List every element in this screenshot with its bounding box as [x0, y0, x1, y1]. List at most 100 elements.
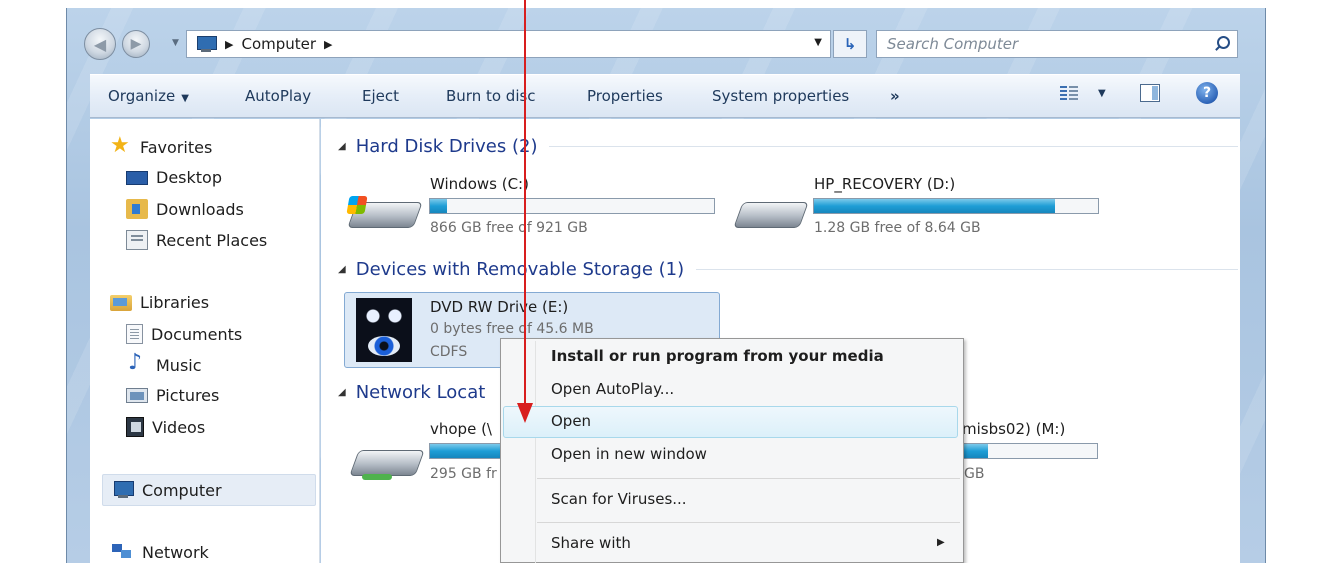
- sidebar-item-label: Libraries: [140, 293, 210, 312]
- group-header-removable-storage[interactable]: ◢ Devices with Removable Storage (1): [338, 259, 1238, 280]
- sidebar-item-documents[interactable]: Documents: [126, 324, 242, 344]
- network-drive-free-m: GB: [964, 466, 985, 482]
- system-properties-button[interactable]: System properties: [712, 87, 849, 105]
- sidebar-item-label: Computer: [142, 480, 222, 500]
- collapse-triangle-icon[interactable]: ◢: [338, 264, 346, 275]
- pictures-icon: [126, 388, 148, 403]
- sidebar-item-label: Music: [156, 355, 202, 375]
- libraries-icon: [110, 294, 132, 311]
- drive-name-d[interactable]: HP_RECOVERY (D:): [814, 175, 955, 193]
- drive-usage-fill: [430, 444, 501, 458]
- refresh-button[interactable]: ↳: [833, 30, 867, 58]
- more-commands-button[interactable]: »: [890, 87, 900, 105]
- network-drive-free-v: 295 GB fr: [430, 466, 497, 482]
- organize-label: Organize: [108, 87, 176, 105]
- computer-icon: [112, 480, 134, 500]
- drive-body: [349, 450, 425, 476]
- view-options-dropdown-icon[interactable]: ▼: [1098, 88, 1106, 99]
- computer-icon: [195, 36, 217, 52]
- annotation-arrow-head-icon: [517, 403, 533, 423]
- search-icon[interactable]: [1211, 32, 1237, 56]
- sidebar-item-libraries[interactable]: Libraries: [110, 293, 209, 312]
- menu-item-open-new-window[interactable]: Open in new window: [551, 445, 707, 463]
- menu-item-open-autoplay[interactable]: Open AutoPlay...: [551, 380, 674, 398]
- address-dropdown-icon[interactable]: ▼: [814, 37, 822, 48]
- sidebar-item-label: Downloads: [156, 199, 244, 219]
- eject-button[interactable]: Eject: [362, 87, 399, 105]
- network-cable-icon: [362, 474, 392, 480]
- sidebar-item-computer[interactable]: Computer: [112, 480, 222, 500]
- dvd-file-system: CDFS: [430, 344, 468, 360]
- network-icon: [112, 542, 134, 562]
- star-icon: [110, 133, 132, 158]
- group-header-hard-disk-drives[interactable]: ◢ Hard Disk Drives (2): [338, 136, 1238, 157]
- address-bar[interactable]: ▶ Computer ▶ ▼: [186, 30, 831, 58]
- menu-item-install-or-run[interactable]: Install or run program from your media: [551, 347, 884, 365]
- desktop-icon: [126, 170, 148, 185]
- annotation-arrow-shaft: [524, 0, 526, 405]
- autoplay-button[interactable]: AutoPlay: [245, 87, 311, 105]
- network-drive-name-v[interactable]: vhope (\: [430, 420, 492, 438]
- collapse-triangle-icon[interactable]: ◢: [338, 387, 346, 398]
- submenu-arrow-icon: ▶: [937, 537, 945, 548]
- change-view-icon[interactable]: [1060, 84, 1078, 102]
- sidebar-item-label: Documents: [151, 324, 243, 344]
- drive-usage-fill: [814, 199, 1056, 213]
- burn-to-disc-button[interactable]: Burn to disc: [446, 87, 536, 105]
- sidebar-item-label: Network: [142, 542, 209, 562]
- chevron-down-icon: ▼: [181, 93, 189, 104]
- dvd-drive-name: DVD RW Drive (E:): [430, 298, 569, 316]
- collapse-triangle-icon[interactable]: ◢: [338, 141, 346, 152]
- search-input[interactable]: Search Computer: [887, 35, 1211, 53]
- group-title: Hard Disk Drives (2): [355, 136, 538, 157]
- properties-button[interactable]: Properties: [587, 87, 663, 105]
- help-button[interactable]: ?: [1196, 82, 1218, 104]
- back-button[interactable]: ◀: [84, 28, 116, 60]
- preview-pane-icon[interactable]: [1140, 84, 1160, 102]
- sidebar-item-network[interactable]: Network: [112, 542, 209, 562]
- network-drive-usage-bar-v: [429, 443, 501, 459]
- organize-button[interactable]: Organize ▼: [108, 87, 189, 105]
- group-header-network-locations[interactable]: ◢ Network Locat: [338, 382, 498, 403]
- drive-free-space-d: 1.28 GB free of 8.64 GB: [814, 220, 981, 236]
- network-drive-icon[interactable]: [349, 438, 425, 480]
- search-box[interactable]: Search Computer: [876, 30, 1238, 58]
- hard-drive-icon[interactable]: [346, 190, 423, 232]
- group-title: Devices with Removable Storage (1): [355, 259, 685, 280]
- recent-places-icon: [126, 230, 148, 250]
- recent-pages-dropdown[interactable]: ▼: [172, 38, 179, 48]
- drive-free-space-c: 866 GB free of 921 GB: [430, 220, 588, 236]
- sidebar-item-downloads[interactable]: Downloads: [126, 199, 244, 219]
- sidebar-item-music[interactable]: Music: [126, 350, 202, 375]
- menu-separator: [537, 478, 960, 479]
- group-divider: [696, 269, 1238, 270]
- sidebar-item-desktop[interactable]: Desktop: [126, 168, 222, 187]
- hard-drive-icon[interactable]: [733, 190, 809, 232]
- breadcrumb-computer[interactable]: Computer: [241, 35, 316, 53]
- sidebar-item-favorites[interactable]: Favorites: [110, 133, 212, 158]
- menu-item-scan-viruses[interactable]: Scan for Viruses...: [551, 490, 687, 508]
- sidebar-item-videos[interactable]: Videos: [126, 417, 205, 437]
- drive-usage-fill: [430, 199, 448, 213]
- music-note-icon: [126, 350, 148, 375]
- windows-logo-icon: [346, 196, 368, 214]
- drive-name-c[interactable]: Windows (C:): [430, 175, 529, 193]
- forward-button[interactable]: ▶: [122, 30, 150, 58]
- menu-separator: [537, 522, 960, 523]
- group-title: Network Locat: [355, 382, 486, 403]
- documents-icon: [126, 324, 143, 344]
- videos-icon: [126, 417, 144, 437]
- breadcrumb-separator-icon[interactable]: ▶: [324, 38, 332, 51]
- sidebar-item-label: Pictures: [156, 386, 220, 405]
- sidebar-item-label: Videos: [152, 417, 206, 437]
- menu-item-open[interactable]: Open: [551, 412, 591, 430]
- dvd-free-space: 0 bytes free of 45.6 MB: [430, 321, 594, 337]
- drive-usage-fill: [964, 444, 988, 458]
- breadcrumb-separator-icon[interactable]: ▶: [225, 38, 233, 51]
- menu-item-share-with[interactable]: Share with: [551, 534, 631, 552]
- network-drive-name-m[interactable]: misbs02) (M:): [962, 420, 1065, 438]
- sidebar-item-pictures[interactable]: Pictures: [126, 386, 219, 405]
- sidebar-item-label: Recent Places: [156, 230, 268, 250]
- sidebar-item-recent-places[interactable]: Recent Places: [126, 230, 267, 250]
- refresh-icon: ↳: [843, 35, 857, 53]
